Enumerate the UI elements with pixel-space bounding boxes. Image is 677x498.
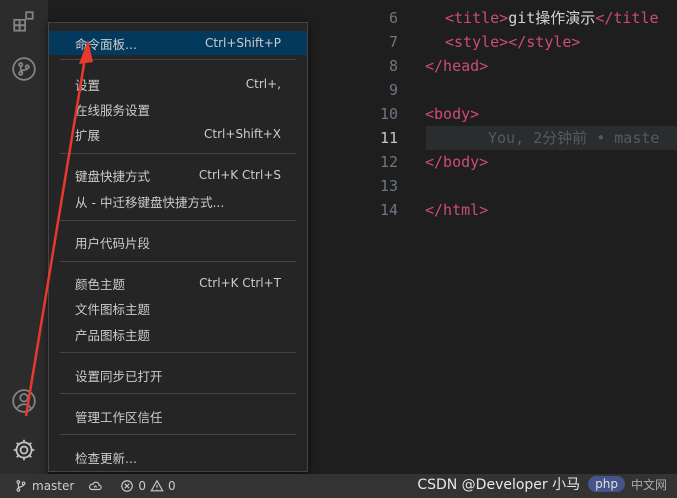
menu-item-label: 检查更新... — [75, 450, 137, 466]
problems-status[interactable]: 0 0 — [120, 479, 176, 493]
menu-item-shortcut: Ctrl+Shift+X — [204, 127, 281, 141]
menu-separator — [60, 220, 296, 221]
menu-item-label: 颜色主题 — [75, 276, 126, 292]
code-content: </html> — [425, 198, 488, 222]
cloud-sync-icon — [89, 481, 103, 491]
code-content: </body> — [425, 150, 488, 174]
menu-item-label: 设置 — [75, 77, 101, 93]
activity-bar — [0, 0, 48, 474]
menu-item-11[interactable]: 管理工作区信任 — [49, 404, 307, 428]
code-content: <title>git操作演示</title — [445, 6, 659, 30]
line-number: 9 — [388, 81, 398, 99]
line-number: 7 — [388, 33, 398, 51]
code-content: <body> — [425, 102, 479, 126]
line-number: 12 — [379, 153, 398, 171]
branch-status[interactable]: master — [14, 479, 74, 493]
error-icon — [121, 480, 134, 492]
status-bar: master 0 0 CSDN @Developer 小马 php 中文网 — [0, 474, 677, 498]
menu-item-label: 在线服务设置 — [75, 102, 151, 118]
watermark: CSDN @Developer 小马 php 中文网 — [417, 474, 667, 494]
tag-close: </style> — [508, 33, 581, 51]
menu-item-9[interactable]: 产品图标主题 — [49, 322, 307, 346]
menu-item-label: 设置同步已打开 — [75, 368, 163, 384]
tag-open: </head> — [425, 57, 489, 75]
warning-count: 0 — [167, 479, 176, 493]
blame-text: You, 2分钟前 • maste — [488, 129, 660, 147]
tag-open: <style> — [445, 33, 509, 51]
tag-open: <title> — [445, 9, 509, 27]
menu-separator — [60, 261, 296, 262]
tag-close: </title — [595, 9, 659, 27]
tag-open: </html> — [425, 201, 489, 219]
sync-status[interactable] — [88, 479, 106, 493]
menu-item-shortcut: Ctrl+K Ctrl+T — [199, 276, 281, 290]
warning-icon — [150, 479, 164, 492]
menu-item-shortcut: Ctrl+K Ctrl+S — [198, 168, 281, 182]
line-number: 13 — [379, 177, 398, 195]
error-count: 0 — [138, 479, 146, 493]
line-number: 10 — [379, 105, 398, 123]
menu-item-label: 用户代码片段 — [75, 235, 151, 251]
menu-item-2[interactable]: 在线服务设置 — [49, 97, 307, 121]
tag-open: </body> — [425, 153, 489, 171]
menu-item-6[interactable]: 用户代码片段 — [49, 230, 307, 254]
menu-item-1[interactable]: 设置 Ctrl+, — [49, 72, 307, 96]
menu-separator — [60, 434, 296, 435]
menu-item-0[interactable]: 命令面板... Ctrl+Shift+P — [49, 31, 307, 55]
menu-item-label: 命令面板... — [75, 36, 137, 52]
php-badge-cn: 中文网 — [630, 477, 667, 492]
gear-icon[interactable] — [10, 436, 38, 464]
menu-item-label: 键盘快捷方式 — [75, 168, 151, 184]
code-content: </head> — [425, 54, 488, 78]
menu-item-7[interactable]: 颜色主题 Ctrl+K Ctrl+T — [49, 271, 307, 295]
menu-separator — [60, 153, 296, 154]
menu-item-shortcut: Ctrl+, — [245, 77, 281, 91]
tag-text: git操作演示 — [508, 9, 596, 27]
menu-item-12[interactable]: 检查更新... — [49, 445, 307, 469]
code-content: <style></style> — [445, 30, 580, 54]
manage-context-menu: 命令面板... Ctrl+Shift+P 设置 Ctrl+, 在线服务设置 扩展 Ctrl+… — [48, 22, 308, 472]
menu-item-label: 管理工作区信任 — [75, 409, 163, 425]
branch-icon — [16, 480, 26, 492]
watermark-text: CSDN @Developer 小马 — [417, 477, 581, 493]
extensions-icon[interactable] — [10, 8, 38, 36]
menu-item-label: 产品图标主题 — [75, 327, 151, 343]
branch-name: master — [32, 479, 75, 493]
menu-item-8[interactable]: 文件图标主题 — [49, 296, 307, 320]
menu-item-3[interactable]: 扩展 Ctrl+Shift+X — [49, 122, 307, 146]
tag-open: <body> — [425, 105, 480, 123]
menu-separator — [60, 59, 296, 60]
menu-separator — [60, 352, 296, 353]
source-control-icon[interactable] — [10, 55, 38, 83]
menu-item-label: 从 - 中迁移键盘快捷方式... — [75, 194, 225, 210]
php-badge: php — [588, 476, 625, 492]
menu-item-10[interactable]: 设置同步已打开 — [49, 363, 307, 387]
menu-item-label: 文件图标主题 — [75, 301, 151, 317]
line-number: 6 — [388, 9, 398, 27]
account-icon[interactable] — [10, 387, 38, 415]
line-number: 8 — [388, 57, 398, 75]
menu-separator — [60, 393, 296, 394]
menu-item-4[interactable]: 键盘快捷方式 Ctrl+K Ctrl+S — [49, 163, 307, 187]
line-number: 14 — [379, 201, 398, 219]
menu-item-label: 扩展 — [75, 127, 101, 143]
menu-item-shortcut: Ctrl+Shift+P — [205, 36, 281, 50]
menu-item-5[interactable]: 从 - 中迁移键盘快捷方式... — [49, 189, 307, 213]
